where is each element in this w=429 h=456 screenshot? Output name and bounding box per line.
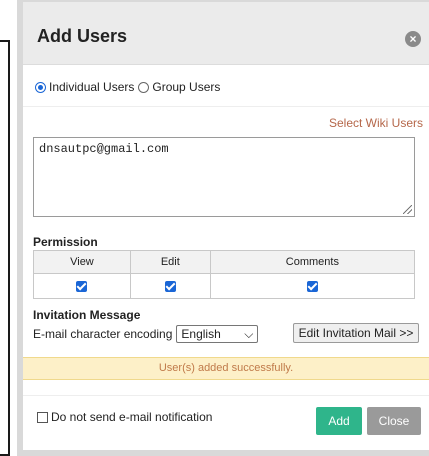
- add-button[interactable]: Add: [316, 407, 362, 435]
- permission-comments-header: Comments: [209, 250, 416, 274]
- users-textarea-value: dnsautpc@gmail.com: [39, 142, 169, 156]
- permission-view-cell: [33, 273, 131, 299]
- dialog-title: Add Users: [37, 26, 128, 46]
- divider: [23, 395, 429, 396]
- permission-heading: Permission: [33, 235, 98, 249]
- permission-edit-header: Edit: [129, 250, 211, 274]
- group-users-radio[interactable]: [138, 81, 150, 93]
- chevron-down-icon: ⌵: [244, 326, 254, 341]
- encoding-row: E-mail character encoding English ⌵: [33, 324, 259, 344]
- add-users-dialog: Add Users × Individual Users Group Users…: [17, 0, 429, 456]
- permission-comments-cell: [209, 273, 416, 299]
- permission-edit-cell: [129, 273, 211, 299]
- encoding-select-value: English: [181, 327, 221, 341]
- view-checkbox[interactable]: [76, 280, 88, 292]
- user-type-radio-group: Individual Users Group Users: [35, 78, 224, 96]
- users-textarea[interactable]: dnsautpc@gmail.com: [33, 137, 415, 217]
- resize-grip-icon[interactable]: [403, 205, 412, 214]
- individual-users-radio[interactable]: [35, 81, 46, 93]
- divider: [23, 106, 429, 107]
- edit-invitation-mail-button[interactable]: Edit Invitation Mail >>: [293, 323, 419, 343]
- no-email-checkbox[interactable]: [37, 411, 48, 423]
- group-users-label[interactable]: Group Users: [152, 80, 220, 94]
- encoding-select[interactable]: English ⌵: [176, 325, 259, 343]
- permission-table: View Edit Comments: [33, 250, 416, 299]
- edit-checkbox[interactable]: [164, 280, 176, 292]
- no-email-label[interactable]: Do not send e-mail notification: [51, 410, 212, 424]
- invitation-message-heading: Invitation Message: [33, 308, 141, 322]
- close-button[interactable]: Close: [367, 407, 421, 435]
- comments-checkbox[interactable]: [306, 280, 318, 292]
- background-panel-edge: [0, 40, 10, 456]
- permission-view-header: View: [33, 250, 131, 274]
- success-message: User(s) added successfully.: [23, 357, 429, 380]
- close-icon[interactable]: ×: [405, 31, 421, 47]
- select-wiki-users-link[interactable]: Select Wiki Users: [329, 116, 423, 130]
- no-email-notification-row: Do not send e-mail notification: [37, 410, 212, 424]
- encoding-label: E-mail character encoding: [33, 327, 173, 341]
- individual-users-label[interactable]: Individual Users: [49, 80, 134, 94]
- dialog-header: Add Users ×: [23, 2, 429, 65]
